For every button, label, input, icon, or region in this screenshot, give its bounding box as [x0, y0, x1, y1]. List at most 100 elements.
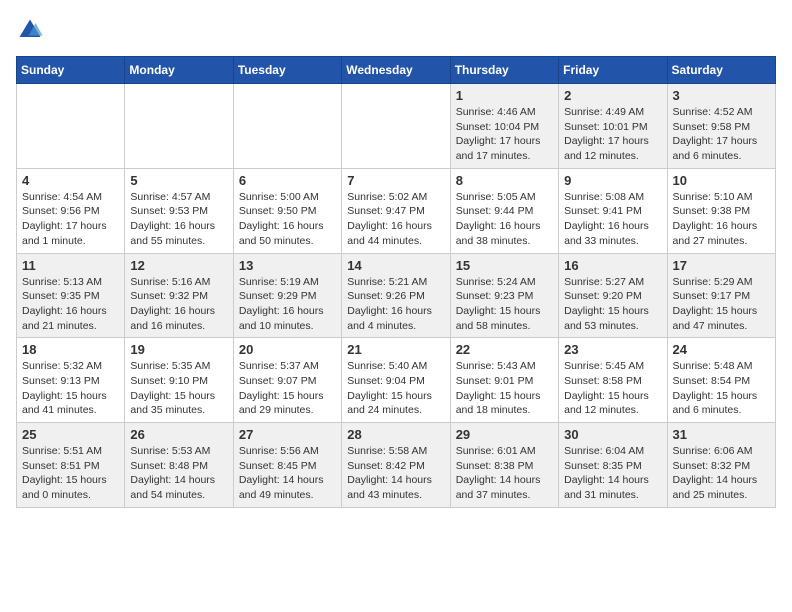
day-number: 22 [456, 342, 553, 357]
calendar-week-row: 1 Sunrise: 4:46 AM Sunset: 10:04 PM Dayli… [17, 84, 776, 169]
day-number: 29 [456, 427, 553, 442]
day-info: Sunrise: 5:43 AM Sunset: 9:01 PM Dayligh… [456, 359, 553, 418]
day-number: 25 [22, 427, 119, 442]
day-number: 19 [130, 342, 227, 357]
calendar-cell: 23Sunrise: 5:45 AM Sunset: 8:58 PM Dayli… [559, 338, 667, 423]
day-info: Sunrise: 5:21 AM Sunset: 9:26 PM Dayligh… [347, 275, 444, 334]
day-info: Sunrise: 5:13 AM Sunset: 9:35 PM Dayligh… [22, 275, 119, 334]
day-number: 13 [239, 258, 336, 273]
calendar-table: SundayMondayTuesdayWednesdayThursdayFrid… [16, 56, 776, 508]
calendar-cell: 14 Sunrise: 5:21 AM Sunset: 9:26 PM Dayli… [342, 253, 450, 338]
day-number: 31 [673, 427, 770, 442]
calendar-cell: 6 Sunrise: 5:00 AM Sunset: 9:50 PM Daylig… [233, 168, 341, 253]
day-info: Sunrise: 5:19 AM Sunset: 9:29 PM Dayligh… [239, 275, 336, 334]
day-info: Sunrise: 6:01 AM Sunset: 8:38 PM Dayligh… [456, 444, 553, 503]
logo-icon [16, 16, 44, 44]
day-info: Sunrise: 5:56 AM Sunset: 8:45 PM Dayligh… [239, 444, 336, 503]
day-info: Sunrise: 5:51 AM Sunset: 8:51 PM Dayligh… [22, 444, 119, 503]
calendar-cell: 8 Sunrise: 5:05 AM Sunset: 9:44 PM Daylig… [450, 168, 558, 253]
calendar-cell: 26 Sunrise: 5:53 AM Sunset: 8:48 PM Dayli… [125, 423, 233, 508]
calendar-cell: 16 Sunrise: 5:27 AM Sunset: 9:20 PM Dayli… [559, 253, 667, 338]
day-number: 27 [239, 427, 336, 442]
day-info: Sunrise: 6:04 AM Sunset: 8:35 PM Dayligh… [564, 444, 661, 503]
weekday-header: Monday [125, 57, 233, 84]
day-info: Sunrise: 5:00 AM Sunset: 9:50 PM Dayligh… [239, 190, 336, 249]
day-number: 11 [22, 258, 119, 273]
day-info: Sunrise: 5:48 AM Sunset: 8:54 PM Dayligh… [673, 359, 770, 418]
day-info: Sunrise: 4:52 AM Sunset: 9:58 PM Dayligh… [673, 105, 770, 164]
calendar-cell: 1 Sunrise: 4:46 AM Sunset: 10:04 PM Dayli… [450, 84, 558, 169]
day-number: 20 [239, 342, 336, 357]
weekday-header: Saturday [667, 57, 775, 84]
calendar-cell: 4 Sunrise: 4:54 AM Sunset: 9:56 PM Daylig… [17, 168, 125, 253]
day-info: Sunrise: 4:46 AM Sunset: 10:04 PM Daylig… [456, 105, 553, 164]
day-info: Sunrise: 5:02 AM Sunset: 9:47 PM Dayligh… [347, 190, 444, 249]
day-info: Sunrise: 5:45 AM Sunset: 8:58 PM Dayligh… [564, 359, 661, 418]
calendar-cell: 7 Sunrise: 5:02 AM Sunset: 9:47 PM Daylig… [342, 168, 450, 253]
day-info: Sunrise: 4:57 AM Sunset: 9:53 PM Dayligh… [130, 190, 227, 249]
day-number: 28 [347, 427, 444, 442]
day-info: Sunrise: 5:16 AM Sunset: 9:32 PM Dayligh… [130, 275, 227, 334]
calendar-week-row: 18 Sunrise: 5:32 AM Sunset: 9:13 PM Dayli… [17, 338, 776, 423]
day-number: 8 [456, 173, 553, 188]
day-number: 18 [22, 342, 119, 357]
calendar-cell: 31 Sunrise: 6:06 AM Sunset: 8:32 PM Dayli… [667, 423, 775, 508]
calendar-cell: 13 Sunrise: 5:19 AM Sunset: 9:29 PM Dayli… [233, 253, 341, 338]
weekday-header: Thursday [450, 57, 558, 84]
day-number: 7 [347, 173, 444, 188]
calendar-cell: 28Sunrise: 5:58 AM Sunset: 8:42 PM Dayli… [342, 423, 450, 508]
calendar-cell: 12 Sunrise: 5:16 AM Sunset: 9:32 PM Dayli… [125, 253, 233, 338]
day-number: 3 [673, 88, 770, 103]
weekday-header: Tuesday [233, 57, 341, 84]
day-info: Sunrise: 5:40 AM Sunset: 9:04 PM Dayligh… [347, 359, 444, 418]
day-number: 30 [564, 427, 661, 442]
day-number: 9 [564, 173, 661, 188]
calendar-cell: 10Sunrise: 5:10 AM Sunset: 9:38 PM Dayli… [667, 168, 775, 253]
logo [16, 16, 48, 44]
calendar-cell: 22 Sunrise: 5:43 AM Sunset: 9:01 PM Dayli… [450, 338, 558, 423]
weekday-header: Sunday [17, 57, 125, 84]
day-info: Sunrise: 5:29 AM Sunset: 9:17 PM Dayligh… [673, 275, 770, 334]
calendar-cell: 19Sunrise: 5:35 AM Sunset: 9:10 PM Dayli… [125, 338, 233, 423]
calendar-cell [125, 84, 233, 169]
day-number: 14 [347, 258, 444, 273]
day-number: 15 [456, 258, 553, 273]
calendar-cell: 25 Sunrise: 5:51 AM Sunset: 8:51 PM Dayli… [17, 423, 125, 508]
day-number: 6 [239, 173, 336, 188]
day-number: 5 [130, 173, 227, 188]
calendar-cell [17, 84, 125, 169]
page-header [16, 16, 776, 44]
day-number: 12 [130, 258, 227, 273]
day-info: Sunrise: 5:32 AM Sunset: 9:13 PM Dayligh… [22, 359, 119, 418]
calendar-cell: 5 Sunrise: 4:57 AM Sunset: 9:53 PM Daylig… [125, 168, 233, 253]
day-number: 1 [456, 88, 553, 103]
calendar-cell: 11 Sunrise: 5:13 AM Sunset: 9:35 PM Dayli… [17, 253, 125, 338]
calendar-cell: 24 Sunrise: 5:48 AM Sunset: 8:54 PM Dayli… [667, 338, 775, 423]
day-info: Sunrise: 4:49 AM Sunset: 10:01 PM Daylig… [564, 105, 661, 164]
day-number: 10 [673, 173, 770, 188]
day-number: 2 [564, 88, 661, 103]
calendar-cell: 17 Sunrise: 5:29 AM Sunset: 9:17 PM Dayli… [667, 253, 775, 338]
day-info: Sunrise: 6:06 AM Sunset: 8:32 PM Dayligh… [673, 444, 770, 503]
day-number: 26 [130, 427, 227, 442]
calendar-cell: 9 Sunrise: 5:08 AM Sunset: 9:41 PM Daylig… [559, 168, 667, 253]
calendar-cell: 30 Sunrise: 6:04 AM Sunset: 8:35 PM Dayli… [559, 423, 667, 508]
day-info: Sunrise: 5:53 AM Sunset: 8:48 PM Dayligh… [130, 444, 227, 503]
calendar-header-row: SundayMondayTuesdayWednesdayThursdayFrid… [17, 57, 776, 84]
weekday-header: Wednesday [342, 57, 450, 84]
calendar-cell: 27 Sunrise: 5:56 AM Sunset: 8:45 PM Dayli… [233, 423, 341, 508]
day-number: 21 [347, 342, 444, 357]
calendar-cell: 3 Sunrise: 4:52 AM Sunset: 9:58 PM Daylig… [667, 84, 775, 169]
day-number: 16 [564, 258, 661, 273]
day-info: Sunrise: 5:05 AM Sunset: 9:44 PM Dayligh… [456, 190, 553, 249]
calendar-cell: 20Sunrise: 5:37 AM Sunset: 9:07 PM Dayli… [233, 338, 341, 423]
calendar-cell: 2 Sunrise: 4:49 AM Sunset: 10:01 PM Dayli… [559, 84, 667, 169]
day-info: Sunrise: 5:08 AM Sunset: 9:41 PM Dayligh… [564, 190, 661, 249]
calendar-week-row: 25 Sunrise: 5:51 AM Sunset: 8:51 PM Dayli… [17, 423, 776, 508]
calendar-week-row: 11 Sunrise: 5:13 AM Sunset: 9:35 PM Dayli… [17, 253, 776, 338]
day-info: Sunrise: 4:54 AM Sunset: 9:56 PM Dayligh… [22, 190, 119, 249]
day-number: 4 [22, 173, 119, 188]
day-number: 24 [673, 342, 770, 357]
day-info: Sunrise: 5:27 AM Sunset: 9:20 PM Dayligh… [564, 275, 661, 334]
day-number: 17 [673, 258, 770, 273]
